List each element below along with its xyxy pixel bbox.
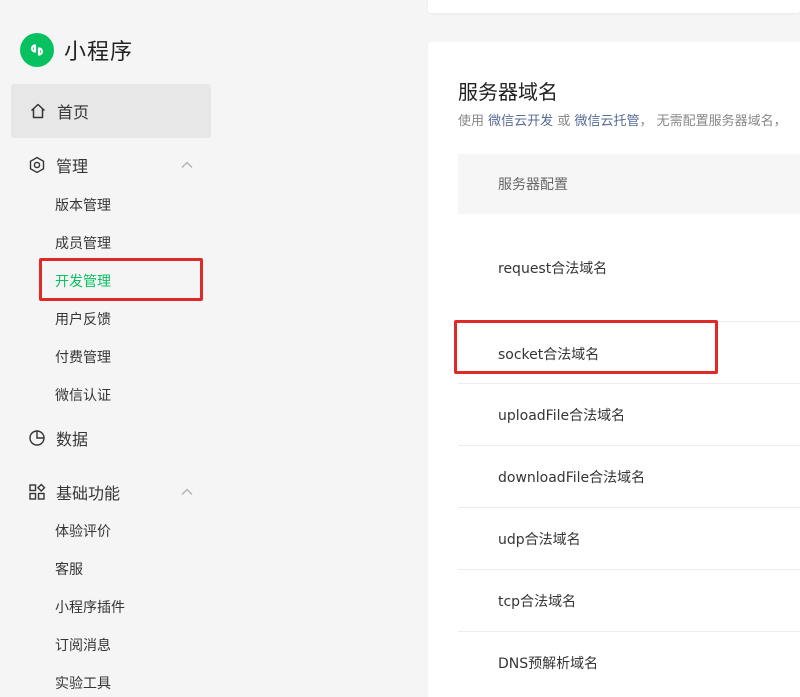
row-label: tcp合法域名 <box>498 593 577 610</box>
sidebar-subitem-customer-service[interactable]: 客服 <box>55 559 83 581</box>
sidebar-subitem-members[interactable]: 成员管理 <box>55 233 111 255</box>
settings-hexagon-icon <box>28 156 46 174</box>
brand[interactable]: 小程序 <box>20 32 133 68</box>
desc-text: 或 <box>557 114 571 129</box>
top-card <box>428 0 800 13</box>
home-icon <box>29 102 47 120</box>
chevron-up-icon[interactable] <box>180 485 194 499</box>
row-label: udp合法域名 <box>498 531 581 548</box>
sidebar-subitem-development[interactable]: 开发管理 <box>55 271 111 293</box>
sidebar-item-home[interactable]: 首页 <box>11 84 211 138</box>
sidebar-item-data[interactable]: 数据 <box>28 426 88 450</box>
sidebar-subitem-experience[interactable]: 体验评价 <box>55 521 111 543</box>
row-label: request合法域名 <box>498 260 608 277</box>
table-row: uploadFile合法域名 <box>458 384 800 446</box>
cloud-hosting-link[interactable]: 微信云托管 <box>574 114 639 129</box>
table-header: 服务器配置 <box>458 154 800 214</box>
sidebar-subitem-payment[interactable]: 付费管理 <box>55 347 111 369</box>
page-title: 服务器域名 <box>458 80 558 104</box>
table-row: request合法域名 <box>458 214 800 322</box>
table-header-label: 服务器配置 <box>498 177 568 193</box>
brand-title: 小程序 <box>64 40 134 65</box>
row-label: DNS预解析域名 <box>498 656 599 672</box>
sidebar-item-management[interactable]: 管理 <box>28 153 88 177</box>
mini-program-logo-icon <box>20 33 54 67</box>
row-label: socket合法域名 <box>498 346 600 363</box>
sidebar-subitem-feedback[interactable]: 用户反馈 <box>55 309 111 331</box>
row-label: downloadFile合法域名 <box>498 469 646 486</box>
sidebar-item-label: 管理 <box>56 157 89 176</box>
sidebar-item-label: 基础功能 <box>56 484 121 503</box>
sidebar-item-label: 首页 <box>57 103 90 122</box>
sidebar-subitem-experiment-tools[interactable]: 实验工具 <box>55 673 111 695</box>
server-domain-card: 服务器域名 使用 微信云开发 或 微信云托管， 无需配置服务器域名， 服务器配置… <box>428 42 800 697</box>
table-row: udp合法域名 <box>458 508 800 570</box>
grid-icon <box>28 483 46 501</box>
sidebar-subitem-version[interactable]: 版本管理 <box>55 195 111 217</box>
sidebar-item-label: 数据 <box>56 430 89 449</box>
desc-text: ， 无需配置服务器域名， <box>639 114 787 129</box>
desc-text: 使用 <box>458 114 485 129</box>
sidebar-subitem-subscription[interactable]: 订阅消息 <box>55 635 111 657</box>
chevron-up-icon[interactable] <box>180 158 194 172</box>
sidebar-subitem-verification[interactable]: 微信认证 <box>55 385 111 407</box>
sidebar: 小程序 首页 管理 版本管理 成员管理 开发管理 用户反馈 付费管理 微信认证 … <box>0 0 222 697</box>
pie-chart-icon <box>28 429 46 447</box>
cloud-dev-link[interactable]: 微信云开发 <box>488 114 553 129</box>
sidebar-subitem-plugins[interactable]: 小程序插件 <box>55 597 125 619</box>
row-label: uploadFile合法域名 <box>498 407 626 424</box>
table-row: tcp合法域名 <box>458 570 800 632</box>
sidebar-item-basic-features[interactable]: 基础功能 <box>28 480 120 504</box>
table-row: DNS预解析域名 <box>458 632 800 694</box>
section-description: 使用 微信云开发 或 微信云托管， 无需配置服务器域名， <box>458 110 787 129</box>
table-row: socket合法域名 <box>458 322 800 384</box>
table-row: downloadFile合法域名 <box>458 446 800 508</box>
